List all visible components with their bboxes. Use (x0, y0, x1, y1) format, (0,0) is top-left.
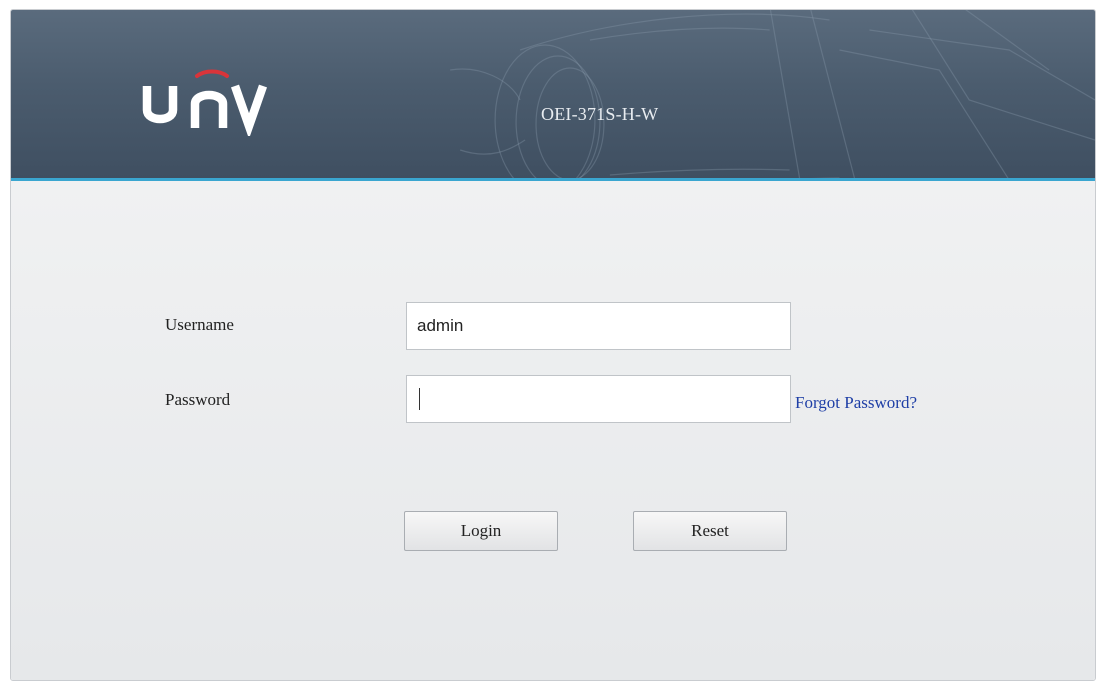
text-caret (419, 388, 420, 410)
forgot-password-link[interactable]: Forgot Password? (795, 393, 917, 413)
password-label: Password (165, 390, 231, 409)
password-input[interactable] (406, 375, 791, 423)
login-button[interactable]: Login (404, 511, 558, 551)
reset-button[interactable]: Reset (633, 511, 787, 551)
device-model-title: OEI-371S-H-W (541, 104, 659, 124)
username-label: Username (165, 315, 234, 334)
username-input[interactable] (406, 302, 791, 350)
header-banner: OEI-371S-H-W (11, 10, 1095, 178)
unv-logo (142, 69, 268, 136)
login-window: OEI-371S-H-W Username Password Forgot Pa… (10, 9, 1096, 681)
login-form-area: Username Password Forgot Password? Login… (11, 181, 1095, 680)
